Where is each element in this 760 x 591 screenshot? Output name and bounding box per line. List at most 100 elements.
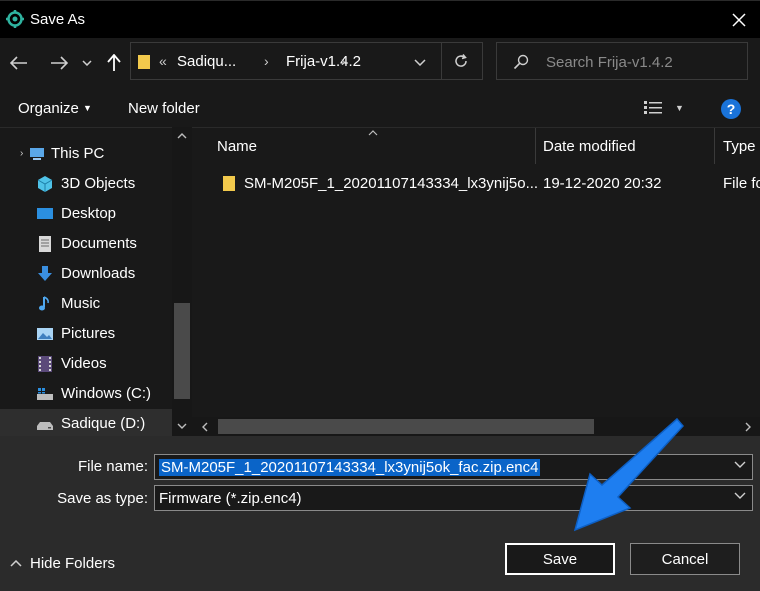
- nav-item-3d-objects[interactable]: 3D Objects: [0, 169, 172, 199]
- breadcrumb-frija[interactable]: Frija-v1.4.2: [286, 53, 361, 70]
- pc-icon: [30, 148, 44, 160]
- nav-scroll-thumb[interactable]: [174, 303, 190, 399]
- app-gear-icon: [6, 10, 24, 28]
- organize-label: Organize: [18, 100, 79, 117]
- scroll-right-icon[interactable]: [745, 422, 751, 432]
- save-as-type-label: Save as type:: [57, 490, 148, 507]
- help-label: ?: [726, 101, 736, 117]
- nav-item-sadique-d[interactable]: Sadique (D:): [0, 409, 172, 439]
- scroll-down-icon[interactable]: [177, 423, 187, 429]
- arrow-left-icon: [10, 56, 27, 70]
- column-divider[interactable]: [535, 128, 536, 164]
- scroll-left-icon[interactable]: [202, 422, 208, 432]
- expand-chevron-icon[interactable]: ›: [20, 148, 23, 159]
- file-type: File fo: [723, 175, 760, 192]
- column-header-name[interactable]: Name: [217, 138, 257, 155]
- file-row[interactable]: SM-M205F_1_20201107143334_lx3ynij5o... 1…: [192, 168, 760, 198]
- arrow-up-icon: [107, 54, 121, 71]
- up-button[interactable]: [101, 50, 127, 76]
- overflow-chevron[interactable]: «: [159, 53, 167, 69]
- sort-up-icon: [368, 130, 378, 136]
- recent-locations-button[interactable]: [76, 50, 98, 76]
- file-list: Name Date modified Type SM-M205F_1_20201…: [192, 127, 760, 436]
- nav-label: Documents: [61, 235, 137, 252]
- cube-icon: [37, 176, 53, 192]
- address-row: « Sadiqu... › Frija-v1.4.2 › Search Frij…: [0, 38, 760, 90]
- downloads-icon: [38, 266, 52, 281]
- nav-label: Desktop: [61, 205, 117, 222]
- chevron-down-icon: [82, 60, 92, 66]
- caret-down-icon: ▼: [83, 103, 92, 113]
- drive-icon: [37, 422, 53, 430]
- hide-folders-button[interactable]: Hide Folders: [10, 555, 115, 572]
- file-name-value: SM-M205F_1_20201107143334_lx3ynij5ok_fac…: [159, 459, 541, 476]
- toolbar: Organize ▼ New folder ▼ ?: [0, 90, 760, 127]
- save-label: Save: [542, 550, 578, 568]
- drive-icon: [37, 388, 53, 400]
- chevron-down-icon[interactable]: [734, 492, 746, 499]
- new-folder-button[interactable]: New folder: [128, 100, 200, 117]
- column-header-date[interactable]: Date modified: [543, 138, 636, 155]
- search-box[interactable]: Search Frija-v1.4.2: [496, 42, 748, 80]
- documents-icon: [39, 236, 51, 252]
- horizontal-scroll-thumb[interactable]: [218, 419, 594, 434]
- nav-item-desktop[interactable]: Desktop: [0, 199, 172, 229]
- music-icon: [39, 296, 49, 311]
- hide-folders-label: Hide Folders: [30, 555, 116, 572]
- videos-icon: [38, 356, 52, 372]
- nav-item-documents[interactable]: Documents: [0, 229, 172, 259]
- breadcrumb-separator-icon[interactable]: ›: [341, 53, 346, 69]
- window-title: Save As: [30, 11, 86, 28]
- address-dropdown-icon[interactable]: [414, 59, 426, 66]
- folder-icon: [223, 176, 235, 191]
- nav-label: Music: [61, 295, 101, 312]
- nav-label: 3D Objects: [61, 175, 136, 192]
- view-details-icon[interactable]: [644, 101, 662, 115]
- nav-label: This PC: [51, 145, 105, 162]
- cancel-label: Cancel: [661, 550, 709, 568]
- navigation-pane: › This PC 3D Objects Desktop Documents D…: [0, 127, 192, 439]
- nav-item-videos[interactable]: Videos: [0, 349, 172, 379]
- search-placeholder: Search Frija-v1.4.2: [546, 54, 673, 71]
- save-button[interactable]: Save: [505, 543, 615, 575]
- nav-label: Downloads: [61, 265, 136, 282]
- file-name-label: File name:: [77, 458, 148, 475]
- nav-item-pictures[interactable]: Pictures: [0, 319, 172, 349]
- close-icon: [732, 13, 746, 27]
- address-divider: [441, 43, 442, 79]
- cancel-button[interactable]: Cancel: [630, 543, 740, 575]
- folder-icon: [138, 55, 150, 69]
- column-header-type[interactable]: Type: [723, 138, 756, 155]
- nav-item-this-pc[interactable]: › This PC: [0, 139, 172, 169]
- nav-item-windows-c[interactable]: Windows (C:): [0, 379, 172, 409]
- breadcrumb-separator-icon[interactable]: ›: [264, 53, 269, 69]
- nav-item-music[interactable]: Music: [0, 289, 172, 319]
- chevron-down-icon[interactable]: [734, 461, 746, 468]
- chevron-up-icon: [10, 560, 22, 567]
- help-icon[interactable]: ?: [721, 99, 741, 119]
- nav-label: Pictures: [61, 325, 116, 342]
- annotation-arrow: [573, 417, 685, 532]
- back-button[interactable]: [6, 50, 32, 76]
- file-name: SM-M205F_1_20201107143334_lx3ynij5o...: [244, 175, 539, 192]
- pictures-icon: [37, 328, 53, 340]
- desktop-icon: [37, 208, 53, 219]
- forward-button[interactable]: [46, 50, 72, 76]
- close-button[interactable]: [724, 5, 754, 35]
- breadcrumb-sadique[interactable]: Sadiqu...: [177, 53, 236, 70]
- nav-label: Videos: [61, 355, 107, 372]
- arrow-right-icon: [51, 56, 68, 70]
- scroll-up-icon[interactable]: [177, 133, 187, 139]
- refresh-icon[interactable]: [453, 53, 469, 69]
- title-bar: Save As: [0, 0, 760, 38]
- save-as-type-value: Firmware (*.zip.enc4): [159, 490, 302, 507]
- column-divider[interactable]: [714, 128, 715, 164]
- nav-item-downloads[interactable]: Downloads: [0, 259, 172, 289]
- view-options-caret-icon[interactable]: ▼: [675, 103, 684, 113]
- organize-button[interactable]: Organize ▼: [18, 100, 92, 117]
- search-icon: [513, 54, 529, 70]
- nav-label: Windows (C:): [61, 385, 152, 402]
- nav-label: Sadique (D:): [61, 415, 146, 432]
- file-date: 19-12-2020 20:32: [543, 175, 662, 192]
- address-bar[interactable]: « Sadiqu... › Frija-v1.4.2 ›: [130, 42, 483, 80]
